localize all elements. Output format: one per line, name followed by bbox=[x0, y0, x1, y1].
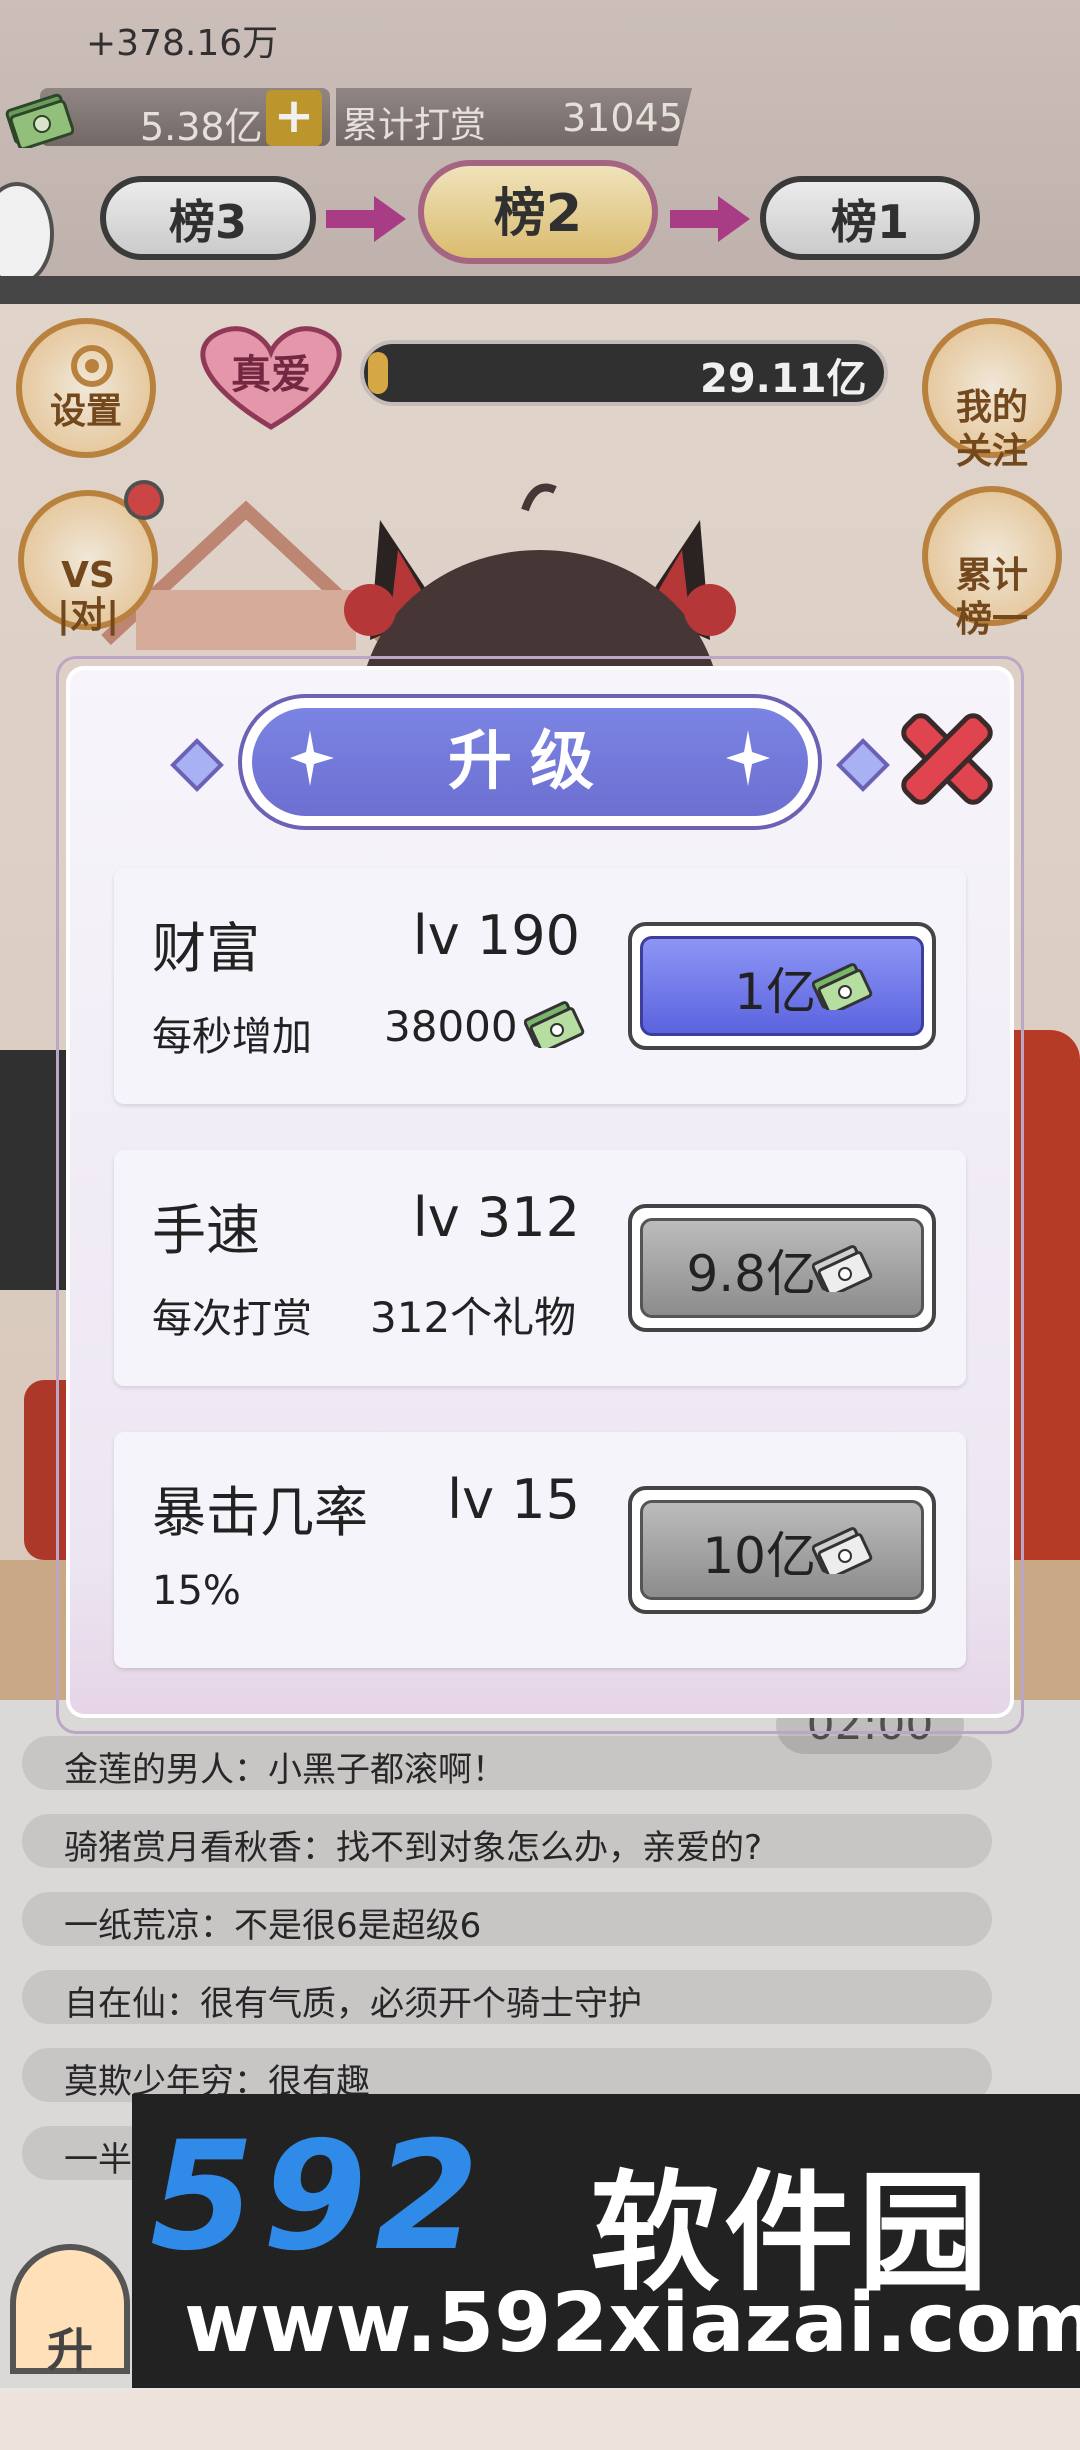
upgrade-name: 暴击几率 bbox=[152, 1481, 368, 1544]
upgrade-description: 每次打赏 bbox=[152, 1296, 312, 1342]
dialog-title: 升级 bbox=[448, 725, 612, 799]
upgrade-name: 手速 bbox=[152, 1199, 260, 1262]
cash-icon bbox=[524, 1001, 585, 1048]
cash-icon bbox=[812, 1527, 873, 1574]
cash-icon bbox=[812, 1245, 873, 1292]
upgrade-corner-button[interactable]: 升 bbox=[10, 2244, 130, 2377]
upgrade-description: 15% bbox=[152, 1568, 241, 1614]
upgrade-price: 9.8亿 bbox=[686, 1245, 816, 1303]
upgrade-price: 10亿 bbox=[702, 1527, 816, 1585]
upgrade-level: lv 190 bbox=[412, 904, 580, 967]
upgrade-name: 财富 bbox=[152, 917, 260, 980]
close-icon[interactable] bbox=[892, 704, 1002, 814]
watermark-logo: 592 bbox=[150, 2110, 488, 2284]
upgrade-level: lv 15 bbox=[447, 1468, 580, 1531]
upgrade-effect-value: 38000 bbox=[384, 1002, 518, 1051]
upgrade-level: lv 312 bbox=[412, 1186, 580, 1249]
upgrade-description: 每秒增加 bbox=[152, 1014, 312, 1060]
cash-icon bbox=[812, 963, 873, 1010]
upgrade-effect-value: 312个礼物 bbox=[370, 1293, 577, 1342]
upgrade-price: 1亿 bbox=[734, 963, 816, 1021]
watermark-url: www.592xiazai.com bbox=[184, 2276, 1080, 2371]
